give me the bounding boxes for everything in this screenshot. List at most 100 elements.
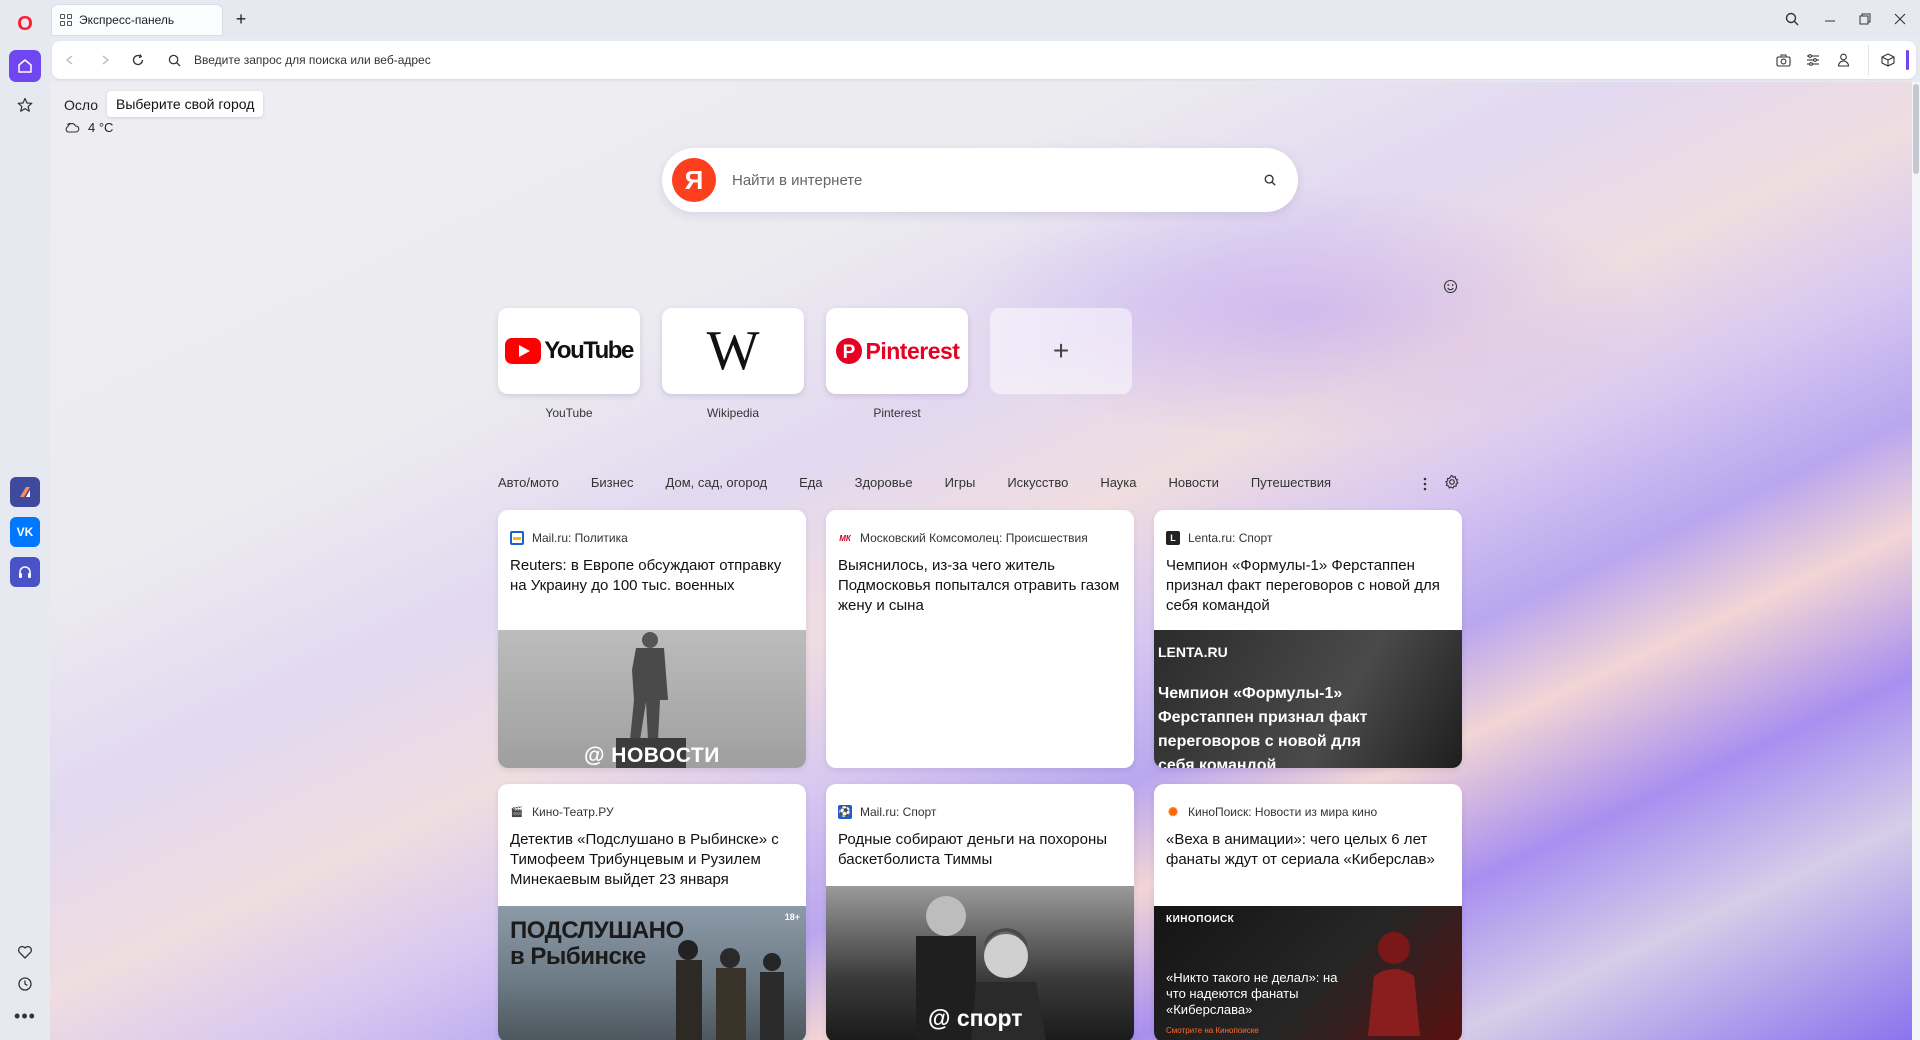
categories-more-button[interactable] [1418, 474, 1432, 494]
sidebar-home-button[interactable] [9, 50, 41, 82]
news-image-caption: @ спорт [928, 1005, 1023, 1031]
news-title: Reuters: в Европе обсуждают отправку на … [510, 557, 782, 594]
news-card[interactable]: МК Московский Комсомолец: Происшествия В… [826, 510, 1134, 768]
speed-dial-youtube[interactable]: YouTube [498, 308, 640, 394]
restore-button[interactable] [1850, 6, 1880, 32]
forward-button[interactable] [95, 50, 115, 70]
news-image: КИНОПОИСК «Никто такого не делал»: на чт… [1154, 906, 1462, 1040]
news-card[interactable]: 🎬 Кино-Театр.РУ Детектив «Подслушано в Р… [498, 784, 806, 1040]
category-food[interactable]: Еда [799, 475, 823, 495]
news-image: ПОДСЛУШАНО в Рыбинске 18+ [498, 906, 806, 1040]
sidebar-aria-button[interactable] [10, 477, 40, 507]
youtube-logo-text: YouTube [544, 337, 634, 364]
news-title: «Веха в анимации»: чего целых 6 лет фана… [1166, 831, 1435, 868]
reload-button[interactable] [128, 50, 148, 70]
news-card[interactable]: ⚽ Mail.ru: Спорт Родные собирают деньги … [826, 784, 1134, 1040]
add-speed-dial-button[interactable]: + [990, 308, 1132, 394]
customize-button[interactable] [1440, 276, 1460, 296]
tab-search-button[interactable] [1777, 6, 1807, 32]
news-card[interactable]: L Lenta.ru: Спорт Чемпион «Формулы-1» Фе… [1154, 510, 1462, 768]
news-source: 🎬 Кино-Театр.РУ [510, 804, 796, 820]
news-image-brand: КИНОПОИСК [1166, 914, 1235, 925]
minimize-button[interactable] [1815, 6, 1845, 32]
sidebar-more-button[interactable]: ••• [9, 1000, 41, 1032]
pinterest-logo-icon: P [835, 338, 862, 364]
news-categories: Авто/мото Бизнес Дом, сад, огород Еда Зд… [498, 475, 1363, 495]
pinterest-logo-text: Pinterest [865, 337, 960, 364]
yandex-search-box: Я [662, 148, 1298, 212]
svg-text:P: P [842, 342, 855, 363]
headphones-icon [19, 566, 31, 578]
opera-menu-button[interactable]: O [12, 11, 38, 37]
close-icon [1894, 13, 1906, 25]
search-input[interactable] [732, 168, 1212, 192]
category-home-garden[interactable]: Дом, сад, огород [666, 475, 768, 495]
sidebar-favorites-button[interactable] [9, 936, 41, 968]
category-news[interactable]: Новости [1169, 475, 1219, 495]
cube-icon [1881, 53, 1895, 67]
news-settings-button[interactable] [1442, 472, 1462, 492]
new-tab-button[interactable]: + [230, 8, 252, 30]
search-icon [168, 54, 181, 67]
news-source-name: Московский Комсомолец: Происшествия [860, 531, 1088, 545]
category-health[interactable]: Здоровье [855, 475, 913, 495]
smiley-icon [1443, 279, 1457, 293]
speed-dial-pinterest[interactable]: P Pinterest [826, 308, 968, 394]
people-silhouette-icon [676, 940, 784, 1040]
speed-dial-label-youtube: YouTube [545, 406, 593, 420]
news-image: @ НОВОСТИ [498, 630, 806, 768]
category-games[interactable]: Игры [945, 475, 976, 495]
news-source-name: Mail.ru: Политика [532, 531, 628, 545]
tab-speed-dial[interactable]: Экспресс-панель [52, 5, 222, 35]
sidebar-music-button[interactable] [10, 557, 40, 587]
gear-icon [1445, 474, 1459, 489]
address-input[interactable] [194, 49, 1494, 71]
sidebar-vk-button[interactable]: VK [10, 517, 40, 547]
wikipedia-logo: W [706, 320, 760, 382]
search-button[interactable] [1260, 170, 1280, 190]
news-source: L Lenta.ru: Спорт [1166, 530, 1452, 546]
reload-icon [132, 54, 144, 66]
category-art[interactable]: Искусство [1007, 475, 1068, 495]
category-travel[interactable]: Путешествия [1251, 475, 1331, 495]
easy-setup-button[interactable] [1802, 50, 1824, 70]
yandex-logo: Я [672, 158, 716, 202]
snapshot-button[interactable] [1772, 50, 1794, 70]
person-icon [1837, 53, 1849, 67]
news-source-name: Кино-Театр.РУ [532, 805, 614, 819]
sidebar: VK ••• [0, 37, 50, 1040]
weather-widget[interactable]: 4 °C [64, 120, 113, 135]
news-source: МК Московский Комсомолец: Происшествия [838, 530, 1124, 546]
sidebar-setup-indicator[interactable] [1906, 50, 1909, 70]
news-card[interactable]: Mail.ru: Политика Reuters: в Европе обсу… [498, 510, 806, 768]
back-button[interactable] [60, 50, 80, 70]
extensions-button[interactable] [1877, 50, 1899, 70]
sidebar-bookmarks-button[interactable] [9, 89, 41, 121]
category-business[interactable]: Бизнес [591, 475, 634, 495]
scrollbar-thumb[interactable] [1913, 84, 1919, 174]
character-silhouette-icon [1368, 932, 1420, 1036]
profile-button[interactable] [1832, 50, 1854, 70]
category-science[interactable]: Наука [1100, 475, 1136, 495]
close-button[interactable] [1885, 6, 1915, 32]
news-title: Родные собирают деньги на похороны баске… [838, 831, 1108, 868]
news-image-caption: «Никто такого не делал»: на что надеются… [1166, 970, 1338, 1017]
news-image-caption: ПОДСЛУШАНО в Рыбинске [510, 917, 684, 970]
category-auto[interactable]: Авто/мото [498, 475, 559, 495]
weather-city[interactable]: Осло [64, 97, 98, 113]
arrow-right-icon [102, 55, 110, 65]
speed-dial-wikipedia[interactable]: W [662, 308, 804, 394]
news-image-caption: Чемпион «Формулы-1» Ферстаппен признал ф… [1158, 685, 1368, 768]
news-source: ⚽ Mail.ru: Спорт [838, 804, 1124, 820]
sidebar-history-button[interactable] [9, 968, 41, 1000]
news-card[interactable]: ✺ КиноПоиск: Новости из мира кино «Веха … [1154, 784, 1462, 1040]
search-icon [1785, 12, 1799, 26]
mailru-icon [510, 531, 524, 545]
aria-icon [20, 487, 30, 497]
speed-dial-label-pinterest: Pinterest [873, 406, 921, 420]
news-title: Выяснилось, из-за чего житель Подмосковь… [838, 557, 1120, 614]
news-source: Mail.ru: Политика [510, 530, 796, 546]
restore-icon [1859, 13, 1871, 25]
scrollbar-track[interactable] [1912, 82, 1920, 1040]
toolbar-divider [1868, 45, 1869, 75]
